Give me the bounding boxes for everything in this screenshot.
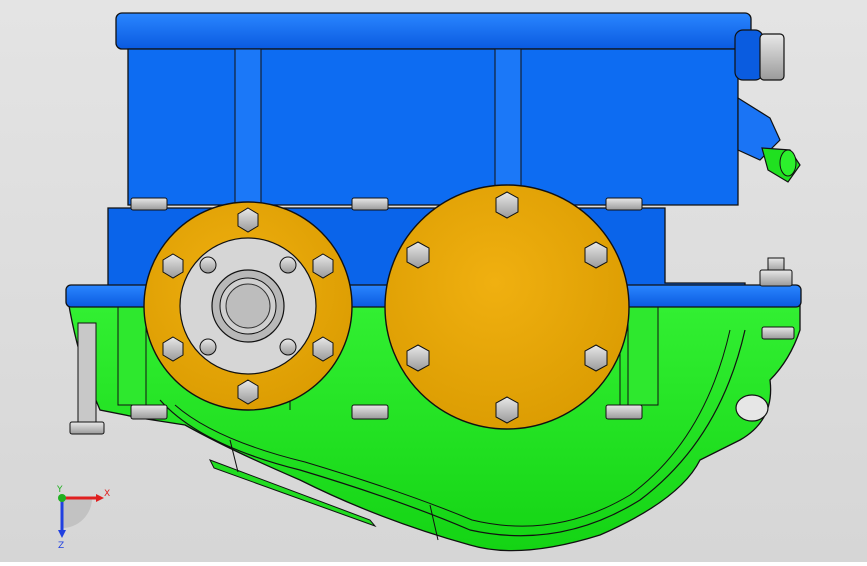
y-axis-label: Y: [56, 485, 63, 495]
gearbox-model[interactable]: X Y Z: [0, 0, 867, 562]
coordinate-triad: X Y Z: [56, 485, 110, 551]
cad-graphics-viewport[interactable]: X Y Z: [0, 0, 867, 562]
oil-plug[interactable]: [734, 29, 785, 81]
top-cover[interactable]: [115, 12, 752, 50]
stud-bolt-right: [759, 257, 793, 287]
mount-hole: [735, 394, 769, 422]
z-axis-label: Z: [58, 541, 64, 551]
y-axis-dot: [58, 494, 66, 502]
input-shaft-bearing-cover[interactable]: [143, 201, 353, 411]
output-shaft-bearing-cover[interactable]: [384, 184, 630, 430]
breather-plug[interactable]: [761, 147, 801, 183]
x-axis-label: X: [104, 489, 110, 499]
